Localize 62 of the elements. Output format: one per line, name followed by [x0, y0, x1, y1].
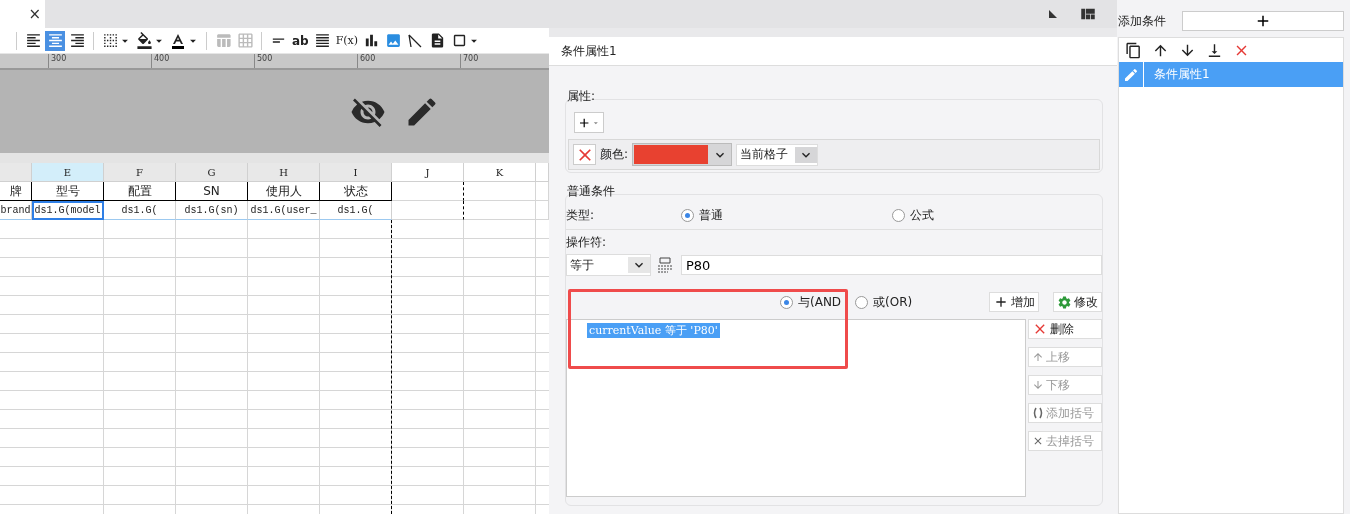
- table-cell[interactable]: 配置: [104, 182, 176, 201]
- table-cell[interactable]: 状态: [320, 182, 392, 201]
- join-radio[interactable]: 与(AND: [780, 293, 842, 311]
- plus-icon: [993, 294, 1009, 310]
- edit-button[interactable]: 修改: [1053, 292, 1102, 312]
- color-label: 颜色:: [600, 146, 629, 163]
- copy-icon[interactable]: [1125, 41, 1142, 59]
- remove-button[interactable]: [573, 144, 596, 165]
- delete-button[interactable]: 删除: [1028, 319, 1102, 339]
- scope-select[interactable]: 当前格子: [736, 143, 819, 166]
- ruler-label: 400: [151, 54, 254, 68]
- operator-select[interactable]: 等于: [566, 254, 651, 276]
- join-radio[interactable]: 或(OR): [855, 293, 913, 311]
- column-header[interactable]: F: [104, 163, 176, 182]
- move-bottom-icon[interactable]: [1206, 41, 1223, 59]
- value-field[interactable]: P80: [681, 255, 1102, 275]
- table-cell[interactable]: ds1.G(user_: [248, 201, 320, 220]
- table-cell[interactable]: 型号: [32, 182, 104, 201]
- table-cell[interactable]: ds1.G(: [320, 201, 392, 220]
- arrow-up-icon: [1032, 351, 1045, 363]
- column-header[interactable]: K: [464, 163, 536, 182]
- arrow-down-icon: [1032, 379, 1045, 391]
- column-header[interactable]: H: [248, 163, 320, 182]
- table-cell[interactable]: brand: [0, 201, 32, 220]
- table-cell[interactable]: 牌: [0, 182, 32, 201]
- column-header[interactable]: G: [176, 163, 248, 182]
- ruler-label: 500: [254, 54, 357, 68]
- paint-bucket-icon[interactable]: [134, 30, 154, 51]
- column-header[interactable]: E: [32, 163, 104, 182]
- add-button[interactable]: 增加: [989, 292, 1039, 312]
- text-tool[interactable]: ab: [290, 33, 311, 48]
- radio-dot[interactable]: [780, 295, 793, 309]
- gear-icon: [1057, 294, 1072, 310]
- section-legend: 普通条件: [565, 183, 1103, 200]
- type-label: 类型:: [566, 206, 596, 224]
- table-cell[interactable]: ds1.G(: [104, 201, 176, 220]
- radio-dot[interactable]: [681, 208, 695, 222]
- color-select[interactable]: [632, 143, 733, 166]
- formula-tool[interactable]: F(x): [334, 34, 360, 47]
- table-cell[interactable]: 使用人: [248, 182, 320, 201]
- dialog-title: 条件属性1: [549, 37, 1117, 66]
- section-legend: 属性:: [565, 88, 1103, 105]
- table-cell[interactable]: ds1.G(model: [32, 201, 104, 220]
- brackets-icon: [1032, 407, 1045, 419]
- type-radio[interactable]: 普通: [681, 206, 892, 224]
- table-cell[interactable]: [392, 182, 464, 201]
- column-header[interactable]: I: [320, 163, 392, 182]
- column-header[interactable]: J: [392, 163, 464, 182]
- add-attribute-button[interactable]: [574, 112, 604, 133]
- type-radio[interactable]: 公式: [891, 206, 1102, 224]
- ruler-label: 300: [48, 54, 151, 68]
- table-cell[interactable]: ds1.G(sn): [176, 201, 248, 220]
- radio-dot[interactable]: [855, 295, 869, 309]
- table-cell[interactable]: SN: [176, 182, 248, 201]
- panel-title: 添加条件: [1118, 12, 1166, 30]
- operator-label: 操作符:: [566, 234, 608, 251]
- document-tab[interactable]: ×: [0, 0, 45, 28]
- close-tab[interactable]: ×: [28, 5, 45, 23]
- table-cell[interactable]: [392, 201, 464, 220]
- radio-dot[interactable]: [891, 208, 905, 222]
- corner-arrow-icon[interactable]: [1047, 8, 1059, 20]
- ruler-label: 600: [357, 54, 460, 68]
